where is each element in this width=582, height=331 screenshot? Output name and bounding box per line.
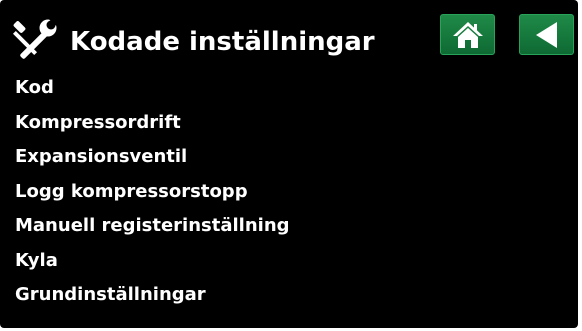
settings-menu: Kod Kompressordrift Expansionsventil Log… (15, 74, 290, 316)
back-button[interactable] (519, 14, 574, 55)
menu-item-expansionsventil[interactable]: Expansionsventil (15, 143, 290, 178)
menu-item-kompressordrift[interactable]: Kompressordrift (15, 109, 290, 144)
menu-item-grundinstallningar[interactable]: Grundinställningar (15, 281, 290, 316)
menu-item-logg-kompressorstopp[interactable]: Logg kompressorstopp (15, 178, 290, 213)
menu-item-kyla[interactable]: Kyla (15, 247, 290, 282)
back-arrow-icon (535, 21, 557, 48)
menu-item-kod[interactable]: Kod (15, 74, 290, 109)
menu-item-manuell-registerinstallning[interactable]: Manuell registerinställning (15, 212, 290, 247)
page-title: Kodade inställningar (70, 27, 375, 57)
home-icon (452, 21, 483, 48)
home-button[interactable] (440, 14, 495, 55)
settings-screen: Kodade inställningar Kod Kompressordrift… (0, 0, 578, 328)
tools-icon (12, 17, 59, 59)
